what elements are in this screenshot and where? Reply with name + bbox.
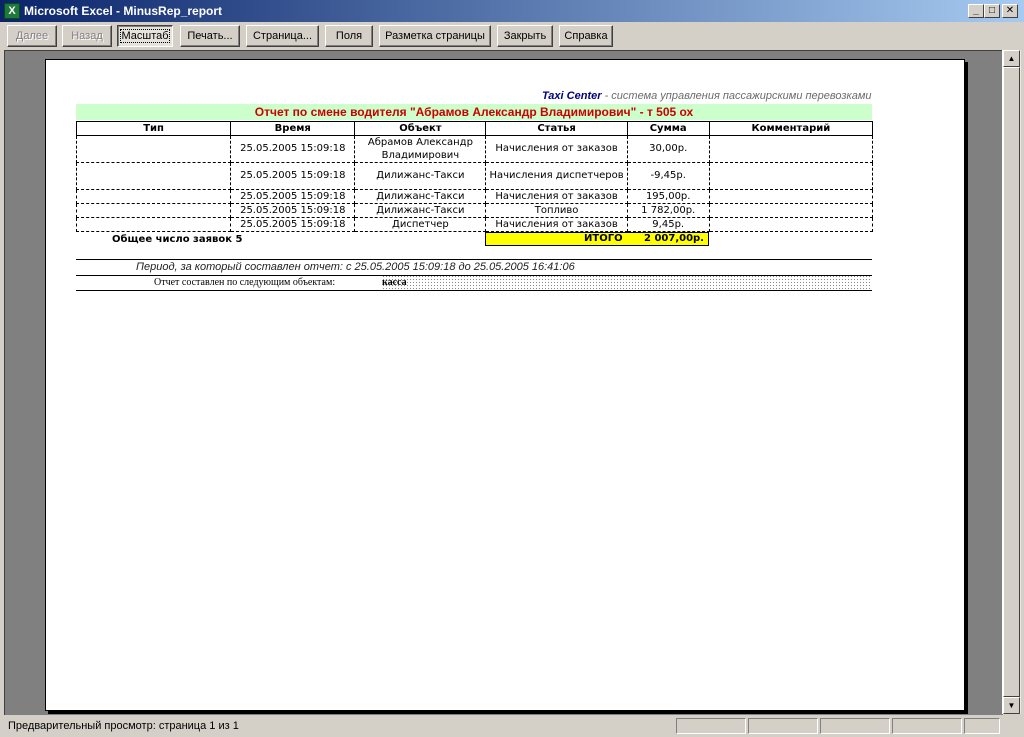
cell-comment bbox=[708, 217, 874, 232]
cell-sum: 195,00р. bbox=[626, 189, 710, 204]
title-bar: X Microsoft Excel - MinusRep_report _ □ … bbox=[0, 0, 1024, 22]
status-panel bbox=[820, 718, 890, 734]
scroll-down-button[interactable]: ▼ bbox=[1003, 697, 1020, 714]
margins-button[interactable]: Поля bbox=[325, 25, 373, 47]
company-header: Taxi Center - система управления пассажи… bbox=[542, 90, 871, 102]
close-window-button[interactable]: ✕ bbox=[1002, 4, 1018, 18]
table-row: 25.05.2005 15:09:18 Дилижанс-Такси Топли… bbox=[75, 203, 874, 218]
column-header-type: Тип bbox=[75, 121, 232, 136]
column-header-object: Объект bbox=[354, 121, 487, 136]
cell-object: Диспетчер bbox=[354, 217, 487, 232]
cell-article: Топливо bbox=[485, 203, 628, 218]
table-row: 25.05.2005 15:09:18 Дилижанс-Такси Начис… bbox=[75, 162, 874, 190]
table-row: 25.05.2005 15:09:18 Диспетчер Начисления… bbox=[75, 217, 874, 232]
cell-sum: 30,00р. bbox=[626, 135, 710, 163]
status-panel bbox=[676, 718, 746, 734]
report-table: Тип Время Объект Статья Сумма Комментари… bbox=[75, 121, 874, 232]
cell-time: 25.05.2005 15:09:18 bbox=[230, 189, 356, 204]
zoom-button[interactable]: Масштаб bbox=[117, 25, 173, 47]
cell-time: 25.05.2005 15:09:18 bbox=[230, 203, 356, 218]
table-row: 25.05.2005 15:09:18 Дилижанс-Такси Начис… bbox=[75, 189, 874, 204]
cell-sum: -9,45р. bbox=[626, 162, 710, 190]
cell-comment bbox=[708, 135, 874, 163]
maximize-button[interactable]: □ bbox=[984, 4, 1000, 18]
total-value: 2 007,00р. bbox=[644, 233, 704, 244]
total-label: ИТОГО bbox=[584, 233, 623, 244]
report-title: Отчет по смене водителя "Абрамов Алексан… bbox=[76, 104, 872, 120]
cell-sum: 9,45р. bbox=[626, 217, 710, 232]
cell-sum: 1 782,00р. bbox=[626, 203, 710, 218]
column-header-comment: Комментарий bbox=[708, 121, 874, 136]
print-button[interactable]: Печать... bbox=[180, 25, 240, 47]
cell-article: Начисления диспетчеров bbox=[485, 162, 628, 190]
minimize-button[interactable]: _ bbox=[968, 4, 984, 18]
objects-label: Отчет составлен по следующим объектам: bbox=[154, 277, 336, 288]
next-page-button[interactable]: Далее bbox=[7, 25, 57, 47]
cell-type bbox=[75, 203, 232, 218]
table-header-row: Тип Время Объект Статья Сумма Комментари… bbox=[75, 121, 874, 136]
cell-article: Начисления от заказов bbox=[485, 135, 628, 163]
status-panel bbox=[964, 718, 1000, 734]
cell-comment bbox=[708, 203, 874, 218]
zoom-button-label: Масштаб bbox=[120, 29, 170, 43]
cell-type bbox=[75, 217, 232, 232]
status-panel bbox=[748, 718, 818, 734]
period-text: Период, за который составлен отчет: с 25… bbox=[136, 261, 575, 273]
cell-comment bbox=[708, 189, 874, 204]
close-preview-button[interactable]: Закрыть bbox=[497, 25, 553, 47]
help-button[interactable]: Справка bbox=[559, 25, 613, 47]
total-orders-count: Общее число заявок 5 bbox=[112, 234, 243, 245]
cell-object: Дилижанс-Такси bbox=[354, 162, 487, 190]
objects-value: касса bbox=[382, 275, 872, 289]
company-tagline: - система управления пассажирскими перев… bbox=[601, 90, 872, 102]
cell-object: Дилижанс-Такси bbox=[354, 189, 487, 204]
cell-type bbox=[75, 189, 232, 204]
column-header-time: Время bbox=[230, 121, 356, 136]
status-panel bbox=[892, 718, 962, 734]
cell-time: 25.05.2005 15:09:18 bbox=[230, 162, 356, 190]
cell-time: 25.05.2005 15:09:18 bbox=[230, 217, 356, 232]
report-period: Период, за который составлен отчет: с 25… bbox=[76, 259, 872, 276]
page-break-preview-button[interactable]: Разметка страницы bbox=[379, 25, 491, 47]
column-header-sum: Сумма bbox=[626, 121, 710, 136]
scroll-up-button[interactable]: ▲ bbox=[1003, 50, 1020, 67]
cell-article: Начисления от заказов bbox=[485, 189, 628, 204]
prev-page-button[interactable]: Назад bbox=[62, 25, 112, 47]
scroll-thumb[interactable] bbox=[1003, 67, 1020, 697]
cell-article: Начисления от заказов bbox=[485, 217, 628, 232]
report-page[interactable]: Taxi Center - система управления пассажи… bbox=[45, 59, 965, 711]
cell-object: Абрамов Александр Владимирович bbox=[354, 135, 487, 163]
window-title: Microsoft Excel - MinusRep_report bbox=[24, 4, 223, 18]
cell-object: Дилижанс-Такси bbox=[354, 203, 487, 218]
cell-time: 25.05.2005 15:09:18 bbox=[230, 135, 356, 163]
page-setup-button[interactable]: Страница... bbox=[246, 25, 319, 47]
status-bar: Предварительный просмотр: страница 1 из … bbox=[0, 716, 1024, 737]
company-brand: Taxi Center bbox=[542, 90, 602, 102]
cell-type bbox=[75, 135, 232, 163]
preview-area: Taxi Center - система управления пассажи… bbox=[4, 50, 1003, 715]
table-row: 25.05.2005 15:09:18 Абрамов Александр Вл… bbox=[75, 135, 874, 163]
vertical-scrollbar[interactable]: ▲ ▼ bbox=[1002, 50, 1021, 714]
excel-app-icon[interactable]: X bbox=[4, 3, 20, 19]
column-header-article: Статья bbox=[485, 121, 628, 136]
total-summary: ИТОГО 2 007,00р. bbox=[485, 232, 709, 246]
cell-type bbox=[75, 162, 232, 190]
cell-comment bbox=[708, 162, 874, 190]
preview-toolbar: Далее Назад Масштаб Печать... Страница..… bbox=[0, 22, 1024, 50]
report-objects: Отчет составлен по следующим объектам: к… bbox=[76, 275, 872, 291]
status-text: Предварительный просмотр: страница 1 из … bbox=[8, 720, 239, 732]
